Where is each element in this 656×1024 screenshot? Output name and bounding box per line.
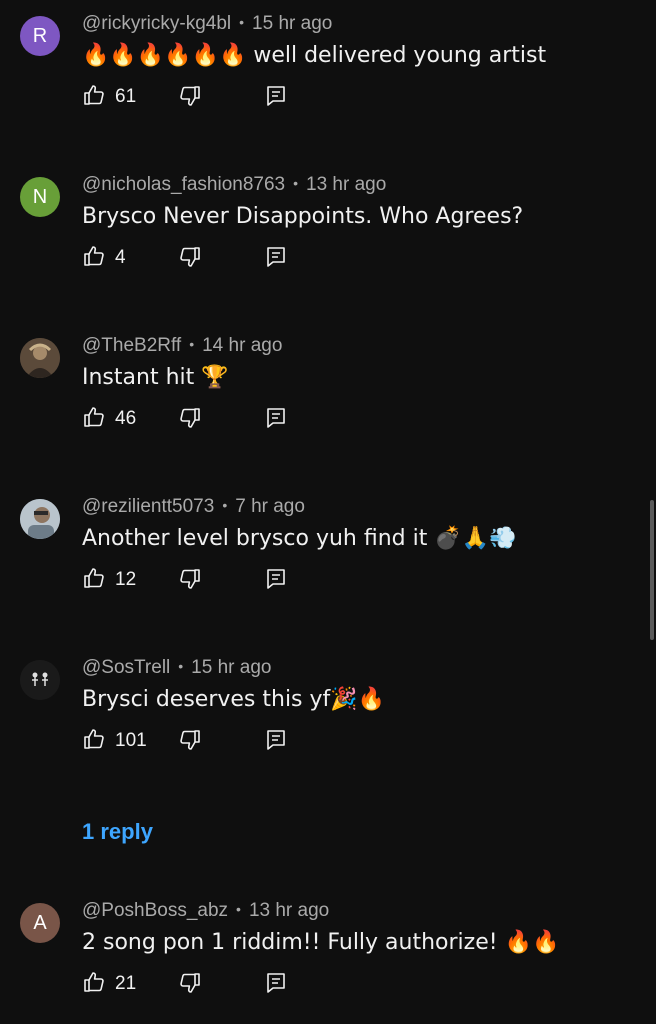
comment-text: Brysci deserves this yf🎉🔥 [82,687,386,712]
like-count: 4 [115,247,126,268]
comment-author[interactable]: @SosTrell [82,657,170,678]
separator-dot: • [189,336,195,352]
separator-dot: • [236,901,241,917]
reply-button[interactable] [264,245,288,271]
reply-button[interactable] [264,406,288,432]
separator-dot: • [178,658,184,674]
separator-dot: • [222,497,228,513]
avatar-photo [20,499,60,539]
thumb-down-icon [178,973,202,999]
avatar-photo [20,660,60,700]
scrollbar[interactable] [650,500,654,640]
reply-button[interactable] [264,567,288,593]
like-count: 12 [115,569,137,590]
reply-icon [264,408,288,434]
comment-actions: 21 [82,971,382,997]
comment-actions: 46 [82,406,382,432]
like-button[interactable]: 46 [82,406,136,432]
comment-text: 🔥🔥🔥🔥🔥🔥 well delivered young artist [82,43,547,68]
comment-text: 2 song pon 1 riddim!! Fully authorize! 🔥… [82,930,560,955]
comment-author[interactable]: @rezilientt5073 [82,496,214,517]
thumb-up-icon [82,244,106,273]
dislike-button[interactable] [178,245,202,271]
comment-text: Brysco Never Disappoints. Who Agrees? [82,204,524,229]
comment-meta: @nicholas_fashion8763 • 13 hr ago [82,171,386,197]
avatar[interactable] [20,338,60,378]
comment-time[interactable]: 13 hr ago [306,174,386,195]
avatar[interactable]: N [20,177,60,217]
comment-author[interactable]: @rickyricky-kg4bl [82,13,231,34]
avatar-photo [20,338,60,378]
thumb-down-icon [178,247,202,273]
avatar-letter: R [32,24,48,47]
avatar[interactable]: A [20,903,60,943]
comment-text: Instant hit 🏆 [82,365,229,390]
reply-icon [264,247,288,273]
like-button[interactable]: 101 [82,728,147,754]
thumb-down-icon [178,569,202,595]
avatar-letter: A [33,911,47,934]
comment-meta: @SosTrell • 15 hr ago [82,654,271,680]
comment-time[interactable]: 13 hr ago [249,900,329,921]
comment-meta: @PoshBoss_abz • 13 hr ago [82,897,329,923]
separator-dot: • [239,14,245,30]
comment-meta: @TheB2Rff • 14 hr ago [82,332,282,358]
view-replies-link[interactable]: 1 reply [82,817,153,847]
thumb-up-icon [82,970,106,999]
reply-icon [264,569,288,595]
thumb-up-icon [82,727,106,756]
comment-meta: @rezilientt5073 • 7 hr ago [82,493,305,519]
thumb-up-icon [82,405,106,434]
reply-button[interactable] [264,728,288,754]
like-button[interactable]: 12 [82,567,136,593]
avatar-letter: N [32,185,48,208]
thumb-up-icon [82,566,106,595]
thumb-up-icon [82,83,106,112]
thumb-down-icon [178,86,202,112]
comment-meta: @rickyricky-kg4bl • 15 hr ago [82,10,332,36]
dislike-button[interactable] [178,567,202,593]
comment-author[interactable]: @nicholas_fashion8763 [82,174,285,195]
comment-time[interactable]: 7 hr ago [235,496,305,517]
dislike-button[interactable] [178,728,202,754]
dislike-button[interactable] [178,84,202,110]
comment-text: Another level brysco yuh find it 💣🙏💨 [82,526,517,551]
comment-time[interactable]: 15 hr ago [191,657,271,678]
comment-author[interactable]: @TheB2Rff [82,335,181,356]
like-button[interactable]: 61 [82,84,136,110]
like-count: 61 [115,86,137,107]
like-count: 46 [115,408,137,429]
comment-actions: 4 [82,245,382,271]
comment-time[interactable]: 15 hr ago [252,13,332,34]
reply-button[interactable] [264,971,288,997]
comment-actions: 61 [82,84,382,110]
comment-actions: 12 [82,567,382,593]
like-count: 101 [115,730,147,751]
comment-actions: 101 [82,728,382,754]
comment-author[interactable]: @PoshBoss_abz [82,900,228,921]
thumb-down-icon [178,408,202,434]
like-count: 21 [115,973,137,994]
reply-icon [264,86,288,112]
avatar[interactable] [20,499,60,539]
like-button[interactable]: 21 [82,971,136,997]
like-button[interactable]: 4 [82,245,126,271]
reply-icon [264,730,288,756]
dislike-button[interactable] [178,406,202,432]
dislike-button[interactable] [178,971,202,997]
avatar[interactable] [20,660,60,700]
comment-time[interactable]: 14 hr ago [202,335,282,356]
reply-icon [264,973,288,999]
comments-feed: R @rickyricky-kg4bl • 15 hr ago 🔥🔥🔥🔥🔥🔥 wel… [0,0,656,1024]
thumb-down-icon [178,730,202,756]
reply-button[interactable] [264,84,288,110]
avatar[interactable]: R [20,16,60,56]
separator-dot: • [293,175,299,191]
